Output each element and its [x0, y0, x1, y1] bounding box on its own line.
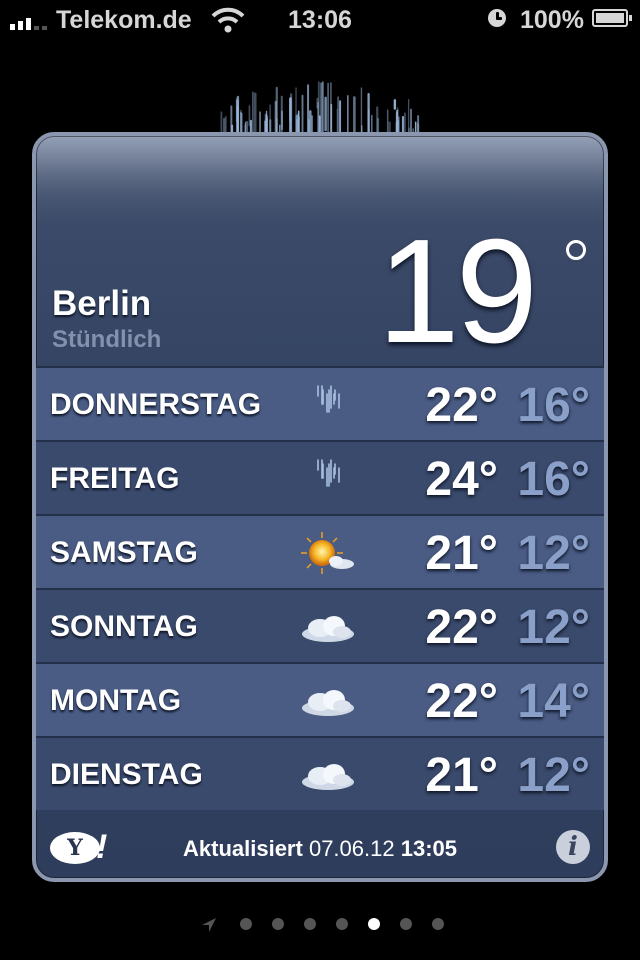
alarm-clock-icon [488, 9, 506, 27]
forecast-day: FREITAG [50, 462, 180, 495]
battery-icon [592, 9, 632, 27]
updated-time: 13:05 [400, 836, 457, 861]
sun-cloud-icon [301, 532, 354, 574]
forecast-high: 22° [425, 379, 498, 432]
page-indicator[interactable] [0, 912, 640, 936]
degree-symbol [566, 240, 586, 260]
forecast-high: 21° [425, 749, 498, 802]
forecast-high: 22° [425, 601, 498, 654]
cloud-icon [302, 690, 354, 716]
status-bar: Telekom.de 13:06 100% [0, 0, 640, 40]
forecast-row: SONNTAG 22° 12° [36, 588, 604, 662]
rain-icon [317, 459, 340, 487]
forecast-row: DIENSTAG 21° 12° [36, 736, 604, 810]
page-dot[interactable] [368, 918, 380, 930]
forecast-low: 12° [517, 527, 590, 580]
forecast-day: MONTAG [50, 684, 182, 717]
weather-card[interactable]: Berlin Stündlich 19 DONNERSTAG 22° 16° F… [32, 132, 608, 882]
page-dot[interactable] [240, 918, 252, 930]
forecast-day: SAMSTAG [50, 536, 198, 569]
page-dot[interactable] [336, 918, 348, 930]
forecast-low: 12° [517, 601, 590, 654]
last-updated: Aktualisiert 07.06.12 13:05 [36, 836, 604, 862]
battery-percentage: 100% [520, 6, 584, 34]
location-arrow-icon [202, 918, 216, 932]
current-temperature: 19 [377, 209, 538, 374]
hourly-toggle[interactable]: Stündlich [52, 326, 161, 354]
updated-date: 07.06.12 [308, 836, 395, 861]
forecast-day: DONNERSTAG [50, 388, 262, 421]
forecast-high: 24° [425, 453, 498, 506]
city-name: Berlin [52, 284, 152, 323]
page-dot[interactable] [304, 918, 316, 930]
forecast-high: 21° [425, 527, 498, 580]
forecast-day: DIENSTAG [50, 758, 203, 791]
cloud-icon [302, 616, 354, 642]
forecast-low: 14° [517, 675, 590, 728]
forecast-high: 22° [425, 675, 498, 728]
cloud-icon [302, 764, 354, 790]
forecast-row: MONTAG 22° 14° [36, 662, 604, 736]
rain-icon [317, 385, 340, 413]
page-dot[interactable] [272, 918, 284, 930]
forecast-low: 16° [517, 453, 590, 506]
card-footer: Y ! Aktualisiert 07.06.12 13:05 i [36, 822, 604, 878]
page-dot[interactable] [432, 918, 444, 930]
forecast-low: 12° [517, 749, 590, 802]
forecast-row: DONNERSTAG 22° 16° [36, 366, 604, 440]
forecast-row: FREITAG 24° 16° [36, 440, 604, 514]
forecast-row: SAMSTAG 21° 12° [36, 514, 604, 588]
page-dot[interactable] [400, 918, 412, 930]
forecast-day: SONNTAG [50, 610, 198, 643]
updated-label: Aktualisiert [183, 836, 303, 861]
info-button[interactable]: i [556, 830, 590, 864]
forecast-list: DONNERSTAG 22° 16° FREITAG 24° 16° SAMST… [36, 366, 604, 810]
forecast-low: 16° [517, 379, 590, 432]
